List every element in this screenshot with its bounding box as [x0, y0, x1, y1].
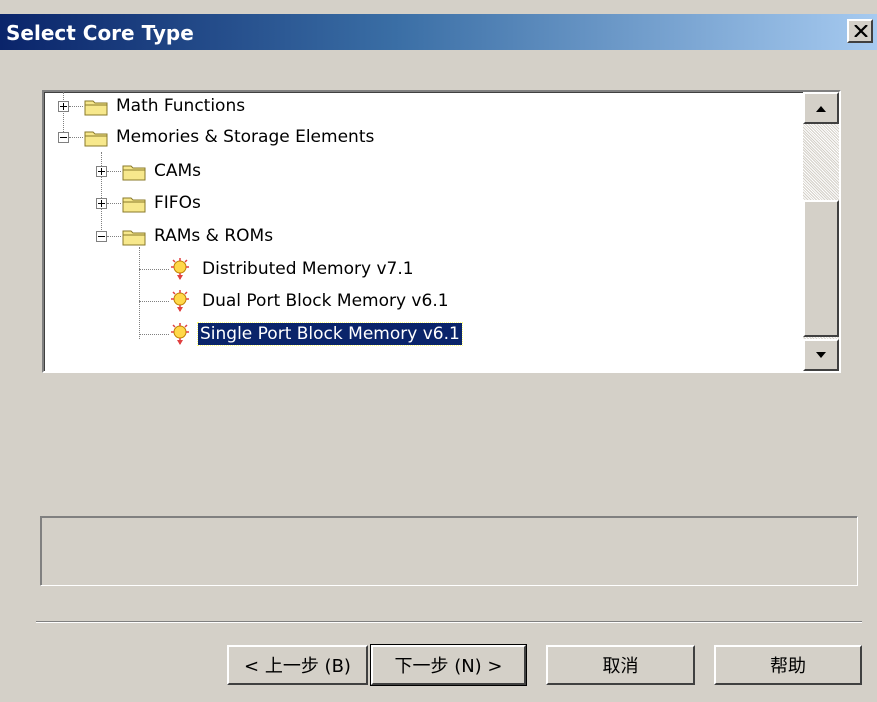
- tree-item-distributed-memory[interactable]: Distributed Memory v7.1: [44, 255, 804, 285]
- tree-guide-line: [69, 137, 83, 138]
- tree-item-label: RAMs & ROMs: [154, 226, 274, 246]
- core-ip-icon: [171, 290, 189, 312]
- close-button[interactable]: [847, 19, 873, 43]
- tree-item-label: Distributed Memory v7.1: [202, 259, 414, 279]
- arrow-up-icon: [816, 106, 826, 112]
- tree-item-single-port-block-memory[interactable]: Single Port Block Memory v6.1: [44, 320, 804, 350]
- close-icon: [854, 25, 868, 37]
- tree-item-label: FIFOs: [154, 193, 201, 213]
- tree-item-label: Memories & Storage Elements: [116, 127, 375, 147]
- core-tree-view[interactable]: Math Functions Memories & Storage Elemen…: [42, 90, 841, 373]
- tree-guide-line: [69, 106, 83, 107]
- plus-icon[interactable]: [96, 198, 107, 209]
- folder-icon: [122, 197, 146, 213]
- folder-icon: [122, 230, 146, 246]
- tree-item-cams[interactable]: CAMs: [44, 157, 804, 187]
- tree-item-label-selected: Single Port Block Memory v6.1: [197, 322, 463, 346]
- tree-guide-line: [139, 334, 169, 335]
- help-button[interactable]: 帮助: [714, 645, 862, 685]
- folder-icon: [84, 100, 108, 116]
- cancel-button[interactable]: 取消: [546, 645, 695, 685]
- tree-content: Math Functions Memories & Storage Elemen…: [44, 92, 804, 371]
- tree-guide-line: [107, 171, 121, 172]
- tree-guide-line: [139, 301, 169, 302]
- tree-item-math-functions[interactable]: Math Functions: [44, 92, 804, 122]
- select-core-dialog: Select Core Type Math Functions Memories…: [0, 0, 877, 702]
- core-ip-icon: [171, 258, 189, 280]
- tree-item-label: CAMs: [154, 161, 202, 181]
- window-title: Select Core Type: [6, 21, 194, 45]
- separator-line: [36, 621, 862, 623]
- tree-guide-line: [139, 269, 169, 270]
- next-button[interactable]: 下一步 (N) >: [370, 644, 527, 686]
- minus-icon[interactable]: [96, 231, 107, 242]
- tree-item-rams-roms[interactable]: RAMs & ROMs: [44, 222, 804, 252]
- tree-item-fifos[interactable]: FIFOs: [44, 189, 804, 219]
- tree-guide-line: [107, 203, 121, 204]
- tree-item-label: Math Functions: [116, 96, 246, 116]
- back-button[interactable]: < 上一步 (B): [227, 645, 368, 685]
- plus-icon[interactable]: [96, 166, 107, 177]
- tree-guide-line: [107, 236, 121, 237]
- minus-icon[interactable]: [58, 132, 69, 143]
- tree-item-dual-port-block-memory[interactable]: Dual Port Block Memory v6.1: [44, 287, 804, 317]
- folder-icon: [84, 131, 108, 147]
- scroll-thumb[interactable]: [803, 200, 839, 337]
- arrow-down-icon: [816, 352, 826, 358]
- core-ip-icon: [171, 323, 189, 345]
- plus-icon[interactable]: [58, 101, 69, 112]
- description-panel: [40, 516, 858, 586]
- scroll-down-button[interactable]: [803, 339, 839, 371]
- tree-item-label: Dual Port Block Memory v6.1: [202, 291, 449, 311]
- folder-icon: [122, 165, 146, 181]
- scroll-up-button[interactable]: [803, 92, 839, 124]
- title-bar[interactable]: Select Core Type: [0, 14, 877, 50]
- tree-item-memories-storage[interactable]: Memories & Storage Elements: [44, 123, 804, 153]
- vertical-scrollbar[interactable]: [803, 92, 839, 371]
